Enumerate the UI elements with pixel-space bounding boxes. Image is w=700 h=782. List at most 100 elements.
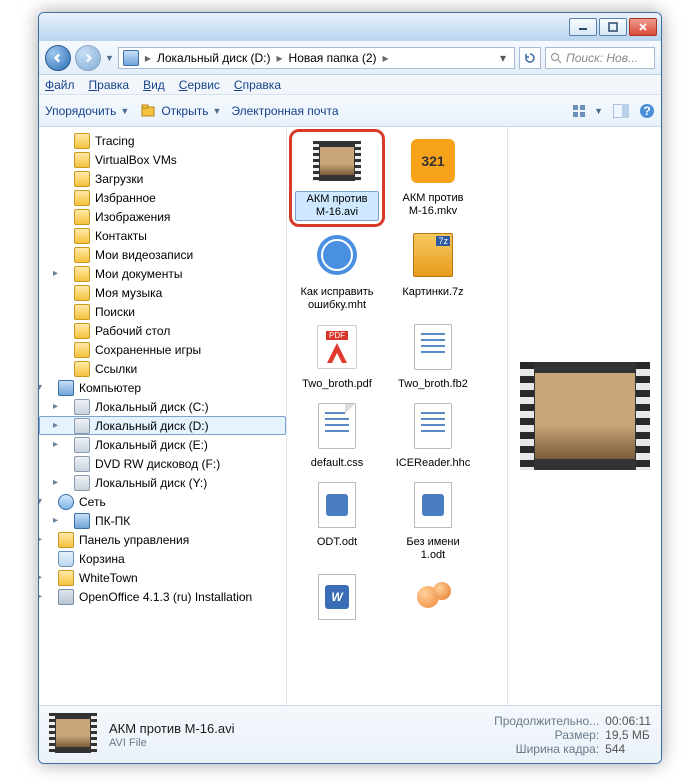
expand-icon[interactable]: ▸: [39, 534, 48, 545]
refresh-button[interactable]: [519, 47, 541, 69]
file-label: АКМ против М-16.mkv: [391, 191, 475, 219]
tree-item-label: Избранное: [95, 191, 156, 205]
back-button[interactable]: [45, 45, 71, 71]
expand-icon[interactable]: ▸: [53, 477, 64, 488]
tree-item[interactable]: Изображения: [39, 207, 286, 226]
file-item[interactable]: 321 АКМ против М-16.mkv: [391, 135, 475, 221]
tree-item[interactable]: Контакты: [39, 226, 286, 245]
tree-item-label: Загрузки: [95, 172, 143, 186]
tree-item[interactable]: Моя музыка: [39, 283, 286, 302]
net-icon: [58, 494, 74, 510]
tree-item[interactable]: Ссылки: [39, 359, 286, 378]
email-button[interactable]: Электронная почта: [231, 104, 338, 118]
file-label: [334, 627, 340, 629]
breadcrumb-2[interactable]: Новая папка (2): [289, 51, 377, 65]
search-input[interactable]: Поиск: Нов...: [545, 47, 655, 69]
forward-button[interactable]: [75, 45, 101, 71]
organize-button[interactable]: Упорядочить ▼: [45, 104, 129, 118]
breadcrumb-sep: ▸: [277, 51, 283, 65]
file-list[interactable]: АКМ против М-16.avi 321 АКМ против М-16.mk…: [287, 127, 507, 705]
tree-item[interactable]: ▾Сеть: [39, 492, 286, 511]
maximize-button[interactable]: [599, 18, 627, 36]
tree-item[interactable]: Tracing: [39, 131, 286, 150]
file-item[interactable]: default.css: [295, 400, 379, 471]
tree-item[interactable]: ▸ПК-ПК: [39, 511, 286, 530]
tree-item-label: Изображения: [95, 210, 170, 224]
tree-item[interactable]: ▸Локальный диск (C:): [39, 397, 286, 416]
file-item[interactable]: W: [295, 571, 379, 629]
menu-edit[interactable]: Правка: [89, 78, 130, 92]
details-pane: АКМ против М-16.avi AVI File Продолжител…: [39, 705, 661, 763]
expand-icon[interactable]: ▸: [53, 420, 64, 431]
expand-icon[interactable]: ▾: [39, 382, 48, 393]
tree-item[interactable]: Корзина: [39, 549, 286, 568]
file-label: default.css: [308, 456, 367, 471]
expand-icon[interactable]: ▸: [39, 572, 48, 583]
tree-item[interactable]: ▸OpenOffice 4.1.3 (ru) Installation: [39, 587, 286, 606]
tree-item[interactable]: ▸ WhiteTown: [39, 568, 286, 587]
navigation-tree[interactable]: TracingVirtualBox VMs Загрузки Избранное Из…: [39, 127, 287, 705]
tree-item[interactable]: Поиски: [39, 302, 286, 321]
expand-icon[interactable]: ▸: [53, 401, 64, 412]
address-bar[interactable]: ▸ Локальный диск (D:) ▸ Новая папка (2) …: [118, 47, 515, 69]
tree-item-label: WhiteTown: [79, 571, 138, 585]
tree-item[interactable]: VirtualBox VMs: [39, 150, 286, 169]
tree-item[interactable]: Сохраненные игры: [39, 340, 286, 359]
help-button[interactable]: ?: [639, 103, 655, 119]
breadcrumb-1[interactable]: Локальный диск (D:): [157, 51, 271, 65]
expand-icon[interactable]: ▸: [53, 515, 64, 526]
file-item[interactable]: Без имени 1.odt: [391, 479, 475, 563]
file-thumbnail: [311, 321, 363, 373]
tree-item[interactable]: ▸Мои документы: [39, 264, 286, 283]
file-item[interactable]: ICEReader.hhc: [391, 400, 475, 471]
expand-icon[interactable]: ▸: [53, 439, 64, 450]
tree-item-label: Компьютер: [79, 381, 141, 395]
folder-icon: [74, 133, 90, 149]
tree-item[interactable]: ▸Локальный диск (Y:): [39, 473, 286, 492]
tree-item[interactable]: ▸Локальный диск (E:): [39, 435, 286, 454]
pane-icon: [613, 104, 629, 118]
tree-item[interactable]: Рабочий стол: [39, 321, 286, 340]
details-metadata: Продолжительно...00:06:11Размер:19,5 МБШ…: [494, 714, 651, 756]
file-item[interactable]: Two_broth.pdf: [295, 321, 379, 392]
history-dropdown-icon[interactable]: ▼: [105, 53, 114, 63]
file-item[interactable]: АКМ против М-16.avi: [295, 135, 379, 221]
menu-help[interactable]: Справка: [234, 78, 281, 92]
folder-icon: [74, 304, 90, 320]
file-label: ODT.odt: [314, 535, 360, 550]
close-button[interactable]: [629, 18, 657, 36]
tree-item[interactable]: Загрузки: [39, 169, 286, 188]
tree-item[interactable]: ▸Локальный диск (D:): [39, 416, 286, 435]
menu-file[interactable]: Файл: [45, 78, 75, 92]
tree-item[interactable]: DVD RW дисковод (F:): [39, 454, 286, 473]
tree-item[interactable]: Избранное: [39, 188, 286, 207]
folder-icon: [74, 228, 90, 244]
preview-pane-button[interactable]: [613, 104, 629, 118]
expand-icon[interactable]: ▸: [39, 591, 48, 602]
tree-item[interactable]: ▾ Компьютер: [39, 378, 286, 397]
file-thumbnail: [407, 321, 459, 373]
menu-tools[interactable]: Сервис: [179, 78, 220, 92]
tree-item-label: Поиски: [95, 305, 135, 319]
menu-view[interactable]: Вид: [143, 78, 165, 92]
file-item[interactable]: [391, 571, 475, 629]
folder-icon: [74, 152, 90, 168]
view-options-button[interactable]: ▼: [572, 104, 603, 118]
file-item[interactable]: Two_broth.fb2: [391, 321, 475, 392]
open-button[interactable]: Открыть ▼: [139, 102, 221, 120]
file-thumbnail: [407, 229, 459, 281]
address-dropdown-icon[interactable]: ▾: [496, 51, 510, 65]
tree-item[interactable]: Мои видеозаписи: [39, 245, 286, 264]
file-item[interactable]: ODT.odt: [295, 479, 379, 563]
expand-icon[interactable]: ▾: [39, 496, 48, 507]
file-label: ICEReader.hhc: [393, 456, 474, 471]
tree-item[interactable]: ▸Панель управления: [39, 530, 286, 549]
expand-icon[interactable]: ▸: [53, 268, 64, 279]
file-thumbnail: [311, 479, 363, 531]
file-thumbnail: 321: [407, 135, 459, 187]
folder-icon: [74, 342, 90, 358]
comp-icon: [74, 513, 90, 529]
file-item[interactable]: Картинки.7z: [391, 229, 475, 313]
file-item[interactable]: Как исправить ошибку.mht: [295, 229, 379, 313]
minimize-button[interactable]: [569, 18, 597, 36]
